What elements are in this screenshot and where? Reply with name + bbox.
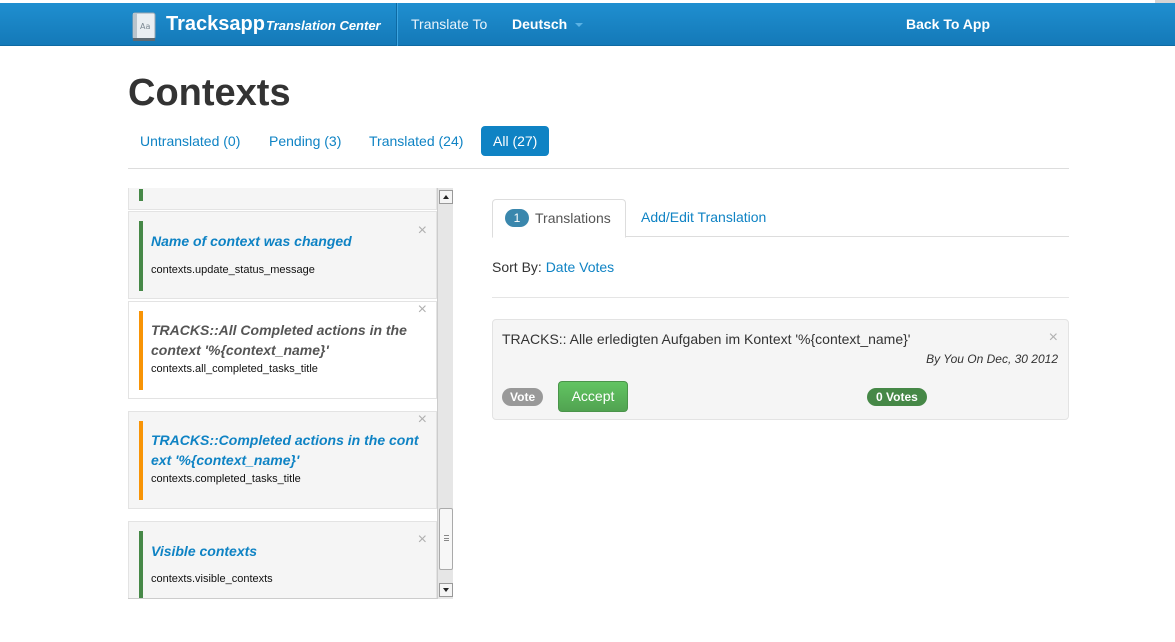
status-bar-pending — [139, 421, 143, 500]
close-icon[interactable]: × — [418, 302, 427, 318]
translate-to-label: Translate To — [411, 16, 488, 32]
translation-card: TRACKS:: Alle erledigten Aufgaben im Kon… — [492, 319, 1069, 420]
translations-count-badge: 1 — [505, 209, 529, 227]
page-title: Contexts — [128, 72, 291, 114]
list-item-title[interactable]: TRACKS::All Completed actions in the con… — [151, 320, 419, 360]
filter-translated[interactable]: Translated (24) — [357, 126, 475, 156]
keys-list[interactable]: Name of context was changed contexts.upd… — [128, 188, 453, 599]
arrow-up-icon — [443, 195, 449, 199]
list-item-key: contexts.visible_contexts — [151, 573, 273, 585]
status-bar-translated — [139, 221, 143, 291]
list-item-key: contexts.all_completed_tasks_title — [151, 363, 318, 375]
tab-translations-label: Translations — [535, 210, 611, 226]
translation-meta: By You On Dec, 30 2012 — [926, 352, 1058, 366]
header-divider — [128, 168, 1069, 169]
list-item-title[interactable]: Name of context was changed — [151, 231, 419, 251]
sort-divider — [492, 297, 1069, 298]
caret-down-icon — [575, 23, 584, 28]
sort-by-date-link[interactable]: Date — [546, 259, 576, 275]
sort-row: Sort By: Date Votes — [492, 259, 614, 275]
list-item-title[interactable]: Visible contexts — [151, 541, 419, 561]
list-item[interactable]: Name of context was changed contexts.upd… — [128, 211, 437, 299]
svg-text:Aa: Aa — [140, 22, 150, 31]
vote-button[interactable]: Vote — [502, 388, 544, 406]
detail-tabs: 1 Translations Add/Edit Translation — [492, 199, 1069, 238]
sort-by-votes-link[interactable]: Votes — [579, 259, 614, 275]
sort-label: Sort By: — [492, 259, 542, 275]
top-navbar: Aa Tracksapp Translation Center Translat… — [0, 3, 1175, 46]
close-icon[interactable]: × — [418, 532, 427, 548]
list-item[interactable]: TRACKS::Completed actions in the context… — [128, 411, 437, 509]
list-item[interactable] — [128, 188, 437, 210]
votes-count-badge: 0 Votes — [867, 388, 927, 406]
brand-title[interactable]: Tracksapp — [166, 13, 265, 36]
list-item[interactable]: Visible contexts contexts.visible_contex… — [128, 521, 437, 598]
list-item-title[interactable]: TRACKS::Completed actions in the context… — [151, 430, 419, 470]
close-icon[interactable]: × — [1049, 330, 1058, 346]
scroll-down-button[interactable] — [439, 583, 453, 597]
translation-text: TRACKS:: Alle erledigten Aufgaben im Kon… — [502, 331, 911, 347]
dictionary-book-icon: Aa — [132, 12, 156, 41]
status-bar-translated — [139, 189, 143, 201]
close-icon[interactable]: × — [418, 223, 427, 239]
list-item-selected[interactable]: TRACKS::All Completed actions in the con… — [128, 301, 437, 399]
tab-add-edit-translation[interactable]: Add/Edit Translation — [641, 199, 766, 237]
filter-untranslated[interactable]: Untranslated (0) — [128, 126, 252, 156]
list-scrollbar[interactable] — [437, 188, 453, 599]
status-bar-translated — [139, 531, 143, 598]
language-dropdown[interactable]: Deutsch — [512, 16, 584, 32]
accept-button[interactable]: Accept — [558, 381, 628, 412]
tab-translations[interactable]: 1 Translations — [492, 199, 626, 238]
back-to-app-link[interactable]: Back To App — [906, 16, 990, 32]
scroll-up-button[interactable] — [439, 190, 453, 204]
arrow-down-icon — [443, 588, 449, 592]
filter-all[interactable]: All (27) — [481, 126, 550, 156]
status-bar-pending — [139, 311, 143, 390]
scrollbar-thumb[interactable] — [439, 508, 453, 570]
filter-pending[interactable]: Pending (3) — [257, 126, 353, 156]
list-item-key: contexts.completed_tasks_title — [151, 473, 301, 485]
close-icon[interactable]: × — [418, 412, 427, 428]
list-item-key: contexts.update_status_message — [151, 264, 315, 276]
nav-divider — [396, 3, 397, 46]
grip-icon — [444, 535, 449, 541]
language-selected: Deutsch — [512, 16, 568, 32]
brand-subtitle: Translation Center — [266, 18, 381, 33]
